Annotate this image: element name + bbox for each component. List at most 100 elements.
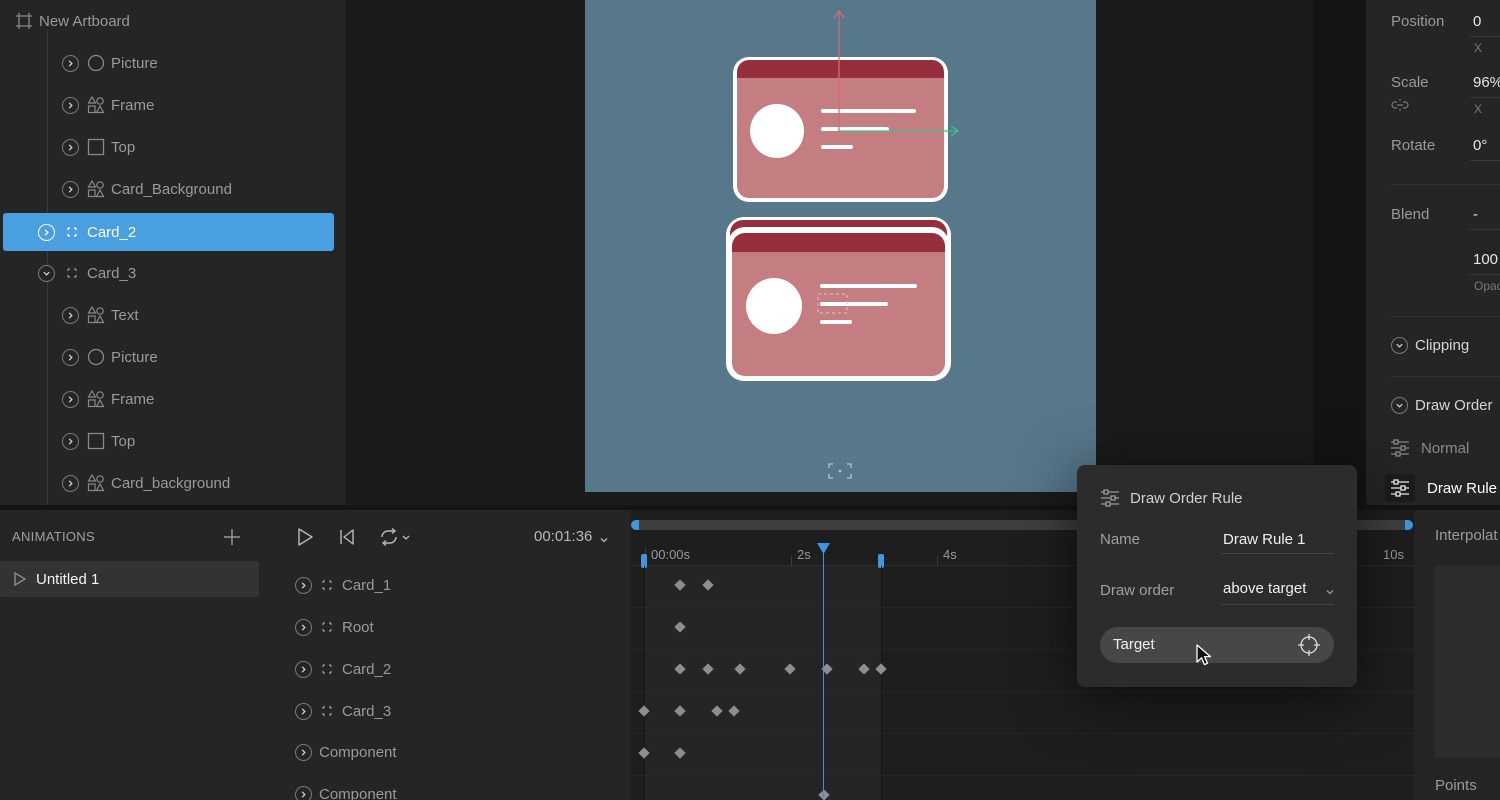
- timeline-layer-label: Root: [342, 618, 374, 636]
- target-label: Target: [1113, 636, 1155, 653]
- interpolation-panel: Interpolat Points: [1414, 510, 1500, 800]
- tree-item-card-background[interactable]: Card_Background: [0, 168, 346, 210]
- work-area-edge: [881, 566, 882, 800]
- tree-item-card-3[interactable]: Card_3: [0, 252, 346, 294]
- draw-rule-label: Draw Rule: [1427, 479, 1498, 497]
- timeline-layer-label: Component: [319, 744, 397, 761]
- expand-chevron-icon[interactable]: [295, 786, 312, 800]
- expand-chevron-icon[interactable]: [62, 96, 79, 114]
- artboard-label: New Artboard: [39, 12, 130, 30]
- popup-title: Draw Order Rule: [1130, 490, 1243, 507]
- blend-select[interactable]: -: [1473, 206, 1478, 223]
- tree-item-label: Picture: [111, 348, 158, 366]
- timeline-layer-row[interactable]: Root: [295, 618, 374, 636]
- timeline-layers: 00:01:36 Card_1 Root Card_2 Card_3 Compo…: [271, 510, 631, 800]
- expand-chevron-icon[interactable]: [62, 54, 79, 72]
- animation-item[interactable]: Untitled 1: [0, 561, 259, 597]
- chevron-down-icon[interactable]: [1325, 584, 1335, 595]
- name-input[interactable]: Draw Rule 1: [1223, 531, 1306, 548]
- ruler-tick: 00:00s: [651, 547, 691, 562]
- range-end-handle[interactable]: [1405, 520, 1413, 530]
- expand-chevron-icon[interactable]: [295, 702, 312, 720]
- range-start-handle[interactable]: [631, 520, 639, 530]
- tree-item-top-2[interactable]: Top: [0, 420, 346, 462]
- tree-item-picture[interactable]: Picture: [0, 42, 346, 84]
- link-scale-icon[interactable]: [1391, 99, 1409, 113]
- crosshair-icon[interactable]: [1298, 634, 1320, 656]
- expand-chevron-icon[interactable]: [295, 660, 312, 678]
- tree-item-card-2[interactable]: Card_2: [3, 213, 334, 251]
- interpolation-curve-area[interactable]: [1435, 566, 1500, 758]
- expand-chevron-icon[interactable]: [62, 348, 79, 366]
- play-button[interactable]: [295, 527, 315, 547]
- artboard[interactable]: [585, 0, 1096, 492]
- tree-item-label: Card_Background: [111, 180, 232, 198]
- timeline-layer-row[interactable]: Card_2: [295, 660, 391, 678]
- draw-order-rule-popup: Draw Order Rule Name Draw Rule 1 Draw or…: [1077, 465, 1357, 687]
- work-area-region: [644, 566, 881, 800]
- clipping-section-toggle[interactable]: Clipping: [1391, 337, 1469, 354]
- opacity-field[interactable]: 100: [1473, 251, 1498, 268]
- tree-item-label: Card_2: [87, 223, 137, 241]
- add-animation-icon[interactable]: [222, 527, 242, 547]
- divider: [1391, 316, 1500, 317]
- expand-chevron-icon[interactable]: [295, 576, 312, 594]
- expand-chevron-icon[interactable]: [62, 390, 79, 408]
- target-picker-button[interactable]: Target: [1100, 627, 1334, 663]
- divider: [1391, 184, 1500, 185]
- expand-chevron-icon[interactable]: [38, 223, 55, 241]
- expand-chevron-icon[interactable]: [295, 744, 312, 761]
- card-2[interactable]: [726, 217, 951, 381]
- timeline-layer-row[interactable]: Component: [295, 786, 397, 800]
- ellipse-icon: [87, 54, 105, 72]
- field-underline: [1470, 274, 1500, 275]
- expand-chevron-icon[interactable]: [62, 180, 79, 198]
- position-x-field[interactable]: 0: [1473, 13, 1481, 30]
- timeline-layer-row[interactable]: Card_3: [295, 702, 391, 720]
- scale-x-field[interactable]: 96%: [1473, 74, 1500, 91]
- timeline-layer-row[interactable]: Card_1: [295, 576, 391, 594]
- artboard-icon: [15, 12, 33, 30]
- loop-mode-button[interactable]: [378, 527, 412, 547]
- tree-item-frame-2[interactable]: Frame: [0, 378, 346, 420]
- skip-to-start-button[interactable]: [337, 527, 357, 547]
- playhead-handle[interactable]: [817, 543, 830, 555]
- expand-chevron-icon[interactable]: [62, 138, 79, 156]
- draw-order-select[interactable]: above target: [1223, 580, 1306, 597]
- origin-marker-icon[interactable]: [828, 463, 852, 479]
- card-1[interactable]: [733, 57, 948, 202]
- current-time-display[interactable]: 00:01:36: [534, 528, 592, 545]
- track-row-divider: [631, 775, 1414, 776]
- chevron-down-icon[interactable]: [599, 532, 609, 543]
- timeline-layer-label: Card_3: [342, 702, 392, 720]
- expand-chevron-icon[interactable]: [295, 618, 312, 636]
- rotate-label: Rotate: [1391, 137, 1436, 154]
- tree-item-card-background-2[interactable]: Card_background: [0, 462, 346, 504]
- group-icon: [63, 223, 81, 241]
- stage-canvas[interactable]: [346, 0, 1313, 505]
- rotate-field[interactable]: 0°: [1473, 137, 1487, 154]
- shapes-icon: [87, 306, 105, 324]
- playhead-line[interactable]: [823, 550, 824, 800]
- artboard-graphics: [726, 9, 960, 479]
- collapse-chevron-icon: [1391, 397, 1408, 414]
- draw-order-label: Draw order: [1100, 582, 1175, 599]
- tree-item-text[interactable]: Text: [0, 294, 346, 336]
- draw-rule-normal-label: Normal: [1421, 439, 1470, 457]
- draw-rule-normal-item[interactable]: Normal: [1390, 439, 1469, 457]
- tree-item-frame[interactable]: Frame: [0, 84, 346, 126]
- artboard-row[interactable]: New Artboard: [0, 0, 346, 42]
- collapse-chevron-icon[interactable]: [38, 264, 55, 282]
- tree-item-top[interactable]: Top: [0, 126, 346, 168]
- points-label: Points: [1435, 777, 1477, 794]
- draw-order-section-toggle[interactable]: Draw Order: [1391, 397, 1493, 414]
- draw-rule-item[interactable]: Draw Rule: [1385, 473, 1500, 503]
- expand-chevron-icon[interactable]: [62, 306, 79, 324]
- field-underline: [1221, 553, 1334, 554]
- timeline-layer-row[interactable]: Component: [295, 744, 397, 761]
- expand-chevron-icon[interactable]: [62, 432, 79, 450]
- tree-item-picture-2[interactable]: Picture: [0, 336, 346, 378]
- tree-item-label: Text: [111, 306, 139, 324]
- expand-chevron-icon[interactable]: [62, 474, 79, 492]
- scale-label: Scale: [1391, 74, 1429, 91]
